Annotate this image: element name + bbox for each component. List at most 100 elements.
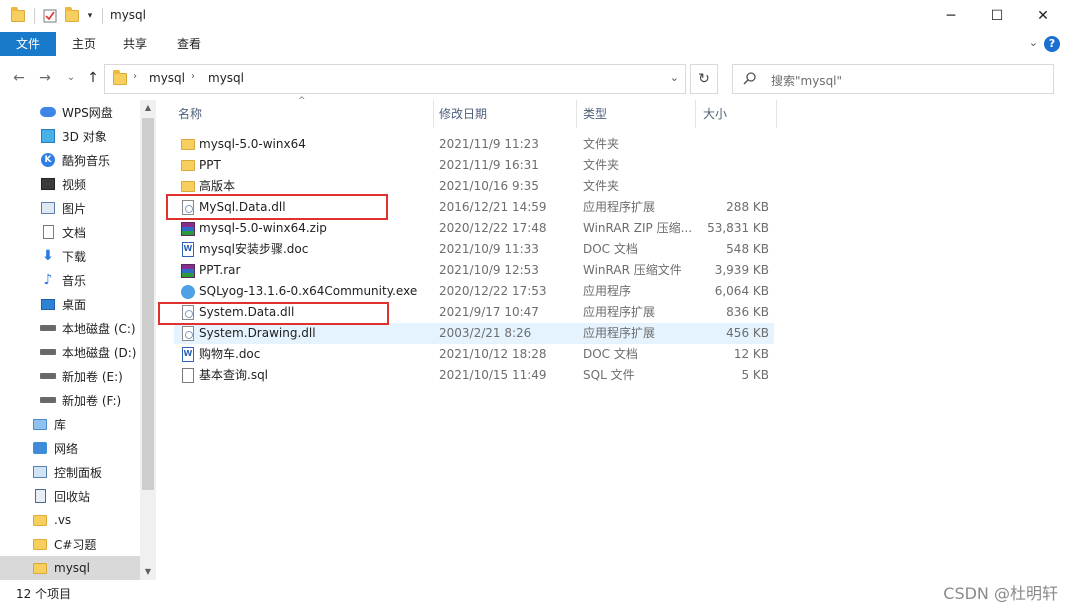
- file-row[interactable]: PPT 2021/11/9 16:31 文件夹: [174, 155, 774, 176]
- nav-item-recycle-bin[interactable]: 回收站: [0, 484, 140, 508]
- file-size: 53,831 KB: [707, 221, 769, 235]
- file-size: 5 KB: [741, 368, 769, 382]
- nav-item-3d-objects[interactable]: 3D 对象: [0, 124, 140, 148]
- desktop-icon: [40, 296, 56, 312]
- file-type: DOC 文档: [583, 347, 638, 361]
- address-bar[interactable]: › mysql › mysql ⌄: [104, 64, 686, 94]
- word-document-icon: [180, 347, 195, 362]
- control-panel-icon: [32, 464, 48, 480]
- column-header-name[interactable]: 名称: [178, 100, 202, 128]
- nav-item-videos[interactable]: 视频: [0, 172, 140, 196]
- nav-item-label: C#习题: [54, 537, 97, 552]
- nav-item-label: mysql: [54, 561, 90, 575]
- file-row[interactable]: mysql-5.0-winx64.zip 2020/12/22 17:48 Wi…: [174, 218, 774, 239]
- up-button[interactable]: ↑: [84, 69, 102, 87]
- column-header-date[interactable]: 修改日期: [439, 100, 487, 128]
- nav-item-desktop[interactable]: 桌面: [0, 292, 140, 316]
- nav-item-label: 音乐: [62, 273, 87, 288]
- tab-view[interactable]: 查看: [163, 32, 215, 56]
- column-header-size[interactable]: 大小: [703, 100, 727, 128]
- file-row[interactable]: System.Drawing.dll 2003/2/21 8:26 应用程序扩展…: [174, 323, 774, 344]
- close-button[interactable]: ✕: [1020, 0, 1066, 32]
- file-row[interactable]: 购物车.doc 2021/10/12 18:28 DOC 文档 12 KB: [174, 344, 774, 365]
- nav-item-documents[interactable]: 文档: [0, 220, 140, 244]
- column-divider[interactable]: [695, 100, 696, 128]
- help-icon[interactable]: ?: [1044, 36, 1060, 52]
- nav-item-label: 回收站: [54, 489, 91, 504]
- folder-icon[interactable]: [10, 7, 26, 25]
- maximize-button[interactable]: ☐: [974, 0, 1020, 32]
- breadcrumb-separator[interactable]: ›: [133, 71, 137, 82]
- file-date: 2020/12/22 17:48: [439, 221, 547, 235]
- winrar-archive-icon: [180, 221, 195, 236]
- file-row[interactable]: mysql安装步骤.doc 2021/10/9 11:33 DOC 文档 548…: [174, 239, 774, 260]
- breadcrumb-item[interactable]: mysql: [208, 71, 244, 85]
- properties-icon[interactable]: [42, 7, 58, 25]
- refresh-button[interactable]: ↻: [690, 64, 718, 94]
- minimize-button[interactable]: ─: [928, 0, 974, 32]
- file-list: 名称 ^ 修改日期 类型 大小 mysql-5.0-winx64 2021/11…: [158, 96, 1066, 580]
- pictures-icon: [40, 200, 56, 216]
- file-date: 2021/10/9 11:33: [439, 242, 539, 256]
- breadcrumb-separator[interactable]: ›: [191, 71, 195, 82]
- file-size: 6,064 KB: [714, 284, 769, 298]
- scroll-thumb[interactable]: [142, 118, 154, 490]
- column-divider[interactable]: [433, 100, 434, 128]
- nav-item-network[interactable]: 网络: [0, 436, 140, 460]
- nav-item-label: .vs: [54, 513, 72, 527]
- nav-item-libraries[interactable]: 库: [0, 412, 140, 436]
- nav-item-music[interactable]: ♪ 音乐: [0, 268, 140, 292]
- column-divider[interactable]: [576, 100, 577, 128]
- tab-file[interactable]: 文件: [0, 32, 56, 56]
- breadcrumb-item[interactable]: mysql: [149, 71, 185, 85]
- scroll-up-icon[interactable]: ▲: [140, 100, 156, 116]
- nav-scrollbar[interactable]: ▲ ▼: [140, 100, 156, 580]
- tab-home[interactable]: 主页: [58, 32, 110, 56]
- nav-item-drive-c[interactable]: 本地磁盘 (C:): [0, 316, 140, 340]
- sql-file-icon: [180, 368, 195, 383]
- file-type: WinRAR 压缩文件: [583, 263, 682, 277]
- file-date: 2021/9/17 10:47: [439, 305, 539, 319]
- nav-item-mysql[interactable]: mysql: [0, 556, 140, 580]
- new-folder-icon[interactable]: [64, 7, 80, 25]
- file-row[interactable]: 基本查询.sql 2021/10/15 11:49 SQL 文件 5 KB: [174, 365, 774, 386]
- nav-item-kugou[interactable]: K 酷狗音乐: [0, 148, 140, 172]
- documents-icon: [40, 224, 56, 240]
- file-row[interactable]: SQLyog-13.1.6-0.x64Community.exe 2020/12…: [174, 281, 774, 302]
- nav-item-vs[interactable]: .vs: [0, 508, 140, 532]
- file-type: 文件夹: [583, 137, 620, 151]
- file-type: DOC 文档: [583, 242, 638, 256]
- file-name: 基本查询.sql: [199, 368, 269, 382]
- back-button[interactable]: ←: [10, 69, 28, 87]
- nav-item-pictures[interactable]: 图片: [0, 196, 140, 220]
- kugou-icon: K: [40, 152, 56, 168]
- column-header-type[interactable]: 类型: [583, 100, 607, 128]
- column-divider[interactable]: [776, 100, 777, 128]
- nav-item-csharp[interactable]: C#习题: [0, 532, 140, 556]
- title-bar: ▾ mysql ─ ☐ ✕: [0, 0, 1066, 32]
- address-dropdown-icon[interactable]: ⌄: [670, 71, 679, 84]
- nav-item-drive-e[interactable]: 新加卷 (E:): [0, 364, 140, 388]
- search-input[interactable]: 搜索"mysql": [732, 64, 1054, 94]
- nav-item-control-panel[interactable]: 控制面板: [0, 460, 140, 484]
- file-name: 购物车.doc: [199, 347, 261, 361]
- scroll-down-icon[interactable]: ▼: [140, 564, 156, 580]
- recent-locations-button[interactable]: ⌄: [62, 69, 80, 87]
- file-row[interactable]: PPT.rar 2021/10/9 12:53 WinRAR 压缩文件 3,93…: [174, 260, 774, 281]
- word-document-icon: [180, 242, 195, 257]
- window-title: mysql: [110, 8, 146, 22]
- nav-item-wps-cloud[interactable]: WPS网盘: [0, 100, 140, 124]
- drive-icon: [40, 392, 56, 408]
- nav-item-drive-f[interactable]: 新加卷 (F:): [0, 388, 140, 412]
- forward-button[interactable]: →: [36, 69, 54, 87]
- nav-item-label: 酷狗音乐: [62, 153, 111, 168]
- nav-item-label: 本地磁盘 (C:): [62, 321, 136, 336]
- expand-ribbon-chevron-icon[interactable]: ⌄: [1029, 36, 1038, 49]
- file-row[interactable]: mysql-5.0-winx64 2021/11/9 11:23 文件夹: [174, 134, 774, 155]
- file-date: 2021/10/15 11:49: [439, 368, 547, 382]
- folder-icon: [113, 70, 127, 85]
- nav-item-downloads[interactable]: ⬇ 下载: [0, 244, 140, 268]
- customize-toolbar-chevron-icon[interactable]: ▾: [84, 7, 96, 25]
- nav-item-drive-d[interactable]: 本地磁盘 (D:): [0, 340, 140, 364]
- tab-share[interactable]: 共享: [109, 32, 161, 56]
